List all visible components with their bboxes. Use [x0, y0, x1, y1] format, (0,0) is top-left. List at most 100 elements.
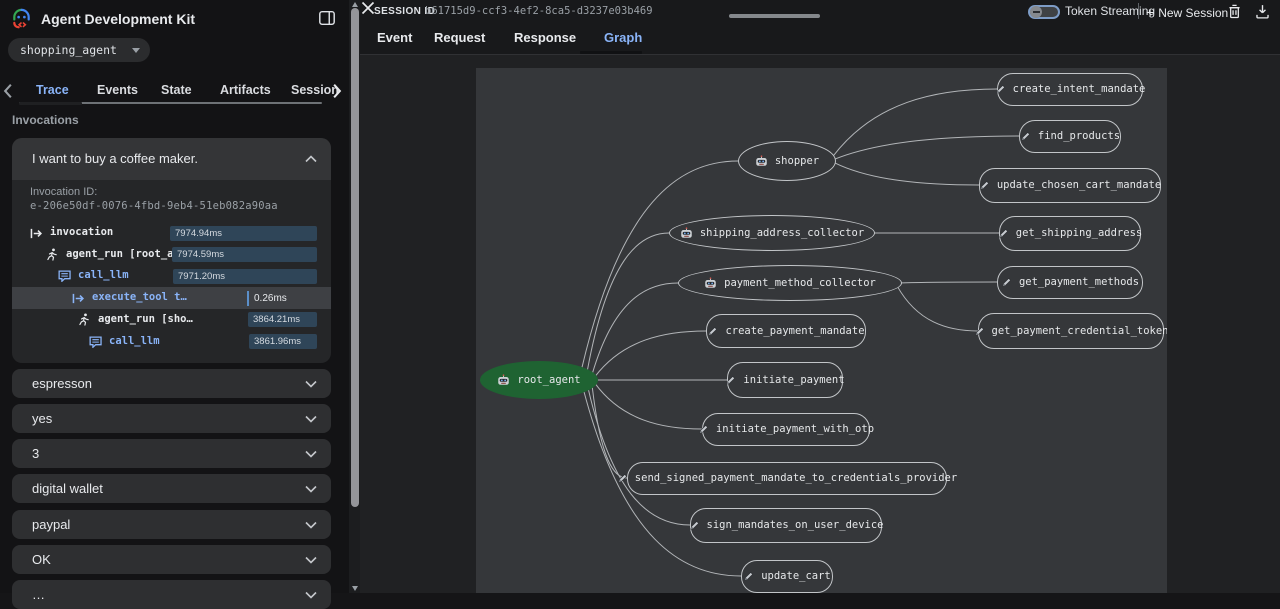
tool-pencil-icon — [743, 571, 754, 582]
duration-tick — [247, 291, 249, 306]
scrollbar-thumb[interactable] — [351, 8, 359, 507]
tab-state[interactable]: State — [161, 83, 192, 97]
duration-bar: 7974.59ms — [172, 247, 317, 262]
runner-icon — [78, 313, 92, 327]
graph-node-update_chosen_cart_mandate[interactable]: update_chosen_cart_mandate — [979, 168, 1161, 203]
graph-edge-payment_method_collector-get_payment_credential_token — [897, 286, 978, 331]
graph-node-label: shipping_address_collector — [700, 227, 864, 239]
trace-row-execute-tool-t[interactable]: execute_tool t…0.26ms — [12, 287, 331, 309]
app-title: Agent Development Kit — [41, 11, 195, 27]
collapse-panel-icon[interactable] — [318, 9, 336, 27]
graph-node-label: update_cart — [761, 570, 831, 582]
graph-edge-root_agent-payment_method_collector — [592, 283, 678, 373]
invocation-prompt: … — [32, 580, 45, 609]
tab-artifacts[interactable]: Artifacts — [220, 83, 271, 97]
download-session-icon[interactable] — [1254, 3, 1271, 20]
scroll-down-arrow-icon[interactable] — [352, 586, 358, 591]
chevron-down-icon — [305, 556, 317, 564]
chevron-down-icon — [132, 48, 140, 53]
invocation-card-collapsed[interactable]: … — [12, 580, 331, 609]
graph-node-create_payment_mandate[interactable]: create_payment_mandate — [706, 314, 866, 348]
tab-trace[interactable]: Trace — [36, 83, 69, 97]
duration-value: 0.26ms — [254, 291, 287, 306]
robot-icon — [680, 227, 693, 239]
invocations-heading: Invocations — [12, 113, 79, 127]
tool-pencil-icon — [1020, 131, 1031, 142]
graph-node-update_cart[interactable]: update_cart — [741, 560, 833, 593]
chevron-down-icon — [305, 450, 317, 458]
invocation-card-collapsed[interactable]: OK — [12, 545, 331, 574]
new-session-label: New Session — [1158, 6, 1228, 20]
graph-node-root_agent[interactable]: root_agent — [480, 361, 598, 399]
token-streaming-toggle[interactable] — [1028, 5, 1060, 19]
trace-row-call-llm[interactable]: call_llm7971.20ms — [12, 265, 331, 287]
new-session-button[interactable]: + New Session — [1146, 4, 1228, 20]
graph-node-label: initiate_payment — [743, 374, 844, 386]
tab-request[interactable]: Request — [434, 30, 485, 45]
invocation-card-collapsed[interactable]: paypal — [12, 510, 331, 539]
graph-node-create_intent_mandate[interactable]: create_intent_mandate — [997, 73, 1143, 106]
graph-node-find_products[interactable]: find_products — [1019, 120, 1121, 153]
duration-bar: 3861.96ms — [249, 334, 317, 349]
invocation-prompt: paypal — [32, 510, 70, 539]
graph-node-get_payment_methods[interactable]: get_payment_methods — [997, 266, 1143, 299]
main-header: SESSION ID b61715d9-ccf3-4ef2-8ca5-d3237… — [360, 0, 1280, 55]
graph-node-shipping_address_collector[interactable]: shipping_address_collector — [669, 215, 875, 251]
tab-response[interactable]: Response — [514, 30, 576, 45]
invocation-card-collapsed[interactable]: yes — [12, 404, 331, 433]
graph-edge-root_agent-shipping_address_collector — [587, 233, 669, 370]
session-id-value: b61715d9-ccf3-4ef2-8ca5-d3237e03b469 — [425, 5, 653, 17]
tool-pencil-icon — [1001, 277, 1012, 288]
graph-node-initiate_payment[interactable]: initiate_payment — [727, 362, 843, 398]
agent-graph-panel[interactable]: root_agent shopper shipping_address_collec… — [476, 68, 1167, 593]
delete-session-icon[interactable] — [1226, 3, 1243, 20]
agent-select[interactable]: shopping_agent — [8, 38, 150, 62]
graph-node-label: send_signed_payment_mandate_to_credentia… — [635, 472, 957, 484]
graph-node-get_payment_credential_token[interactable]: get_payment_credential_token — [978, 313, 1164, 349]
graph-node-label: initiate_payment_with_otp — [716, 423, 874, 435]
trace-timeline-track: 3864.21ms — [170, 312, 317, 327]
graph-node-label: payment_method_collector — [724, 277, 876, 289]
tool-pencil-icon — [707, 326, 718, 337]
sidebar-tab-strip: Trace Events State Artifacts Session — [0, 80, 349, 104]
tabs-scroll-left-icon[interactable] — [2, 83, 14, 99]
scroll-up-arrow-icon[interactable] — [352, 2, 358, 7]
trace-row-label: call_llm — [109, 335, 160, 347]
graph-node-send_signed_payment_mandate_to_credentials_provider[interactable]: send_signed_payment_mandate_to_credentia… — [627, 462, 947, 495]
tool-pencil-icon — [974, 326, 985, 337]
robot-icon — [755, 155, 768, 167]
invocation-card-collapsed[interactable]: espresson — [12, 369, 331, 398]
tabs-scroll-right-icon[interactable] — [331, 83, 343, 99]
graph-node-sign_mandates_on_user_device[interactable]: sign_mandates_on_user_device — [690, 508, 882, 543]
tab-graph[interactable]: Graph — [604, 30, 642, 45]
tab-event[interactable]: Event — [377, 30, 412, 45]
header-scrollbar-pill[interactable] — [729, 14, 820, 18]
graph-edge-root_agent-initiate_payment_with_otp — [595, 384, 702, 429]
graph-edge-root_agent-create_payment_mandate — [595, 331, 706, 376]
invocation-prompt: yes — [32, 404, 52, 433]
graph-node-label: shopper — [775, 155, 819, 167]
trace-row-invocation[interactable]: invocation7974.94ms — [12, 222, 331, 244]
graph-node-initiate_payment_with_otp[interactable]: initiate_payment_with_otp — [702, 413, 870, 446]
invocation-prompt: espresson — [32, 369, 92, 398]
graph-edge-shopper-create_intent_mandate — [833, 89, 997, 156]
tool-pencil-icon — [689, 520, 700, 531]
invocation-card-collapsed[interactable]: digital wallet — [12, 474, 331, 503]
robot-icon — [497, 374, 510, 386]
trace-row-agent-run-root-age[interactable]: agent_run [root_age…7974.59ms — [12, 244, 331, 266]
trace-row-agent-run-sho[interactable]: agent_run [sho…3864.21ms — [12, 309, 331, 331]
trace-tree: invocation7974.94msagent_run [root_age…7… — [12, 138, 331, 363]
invocation-card-collapsed[interactable]: 3 — [12, 439, 331, 468]
graph-node-payment_method_collector[interactable]: payment_method_collector — [678, 265, 902, 301]
tab-events[interactable]: Events — [97, 83, 138, 97]
graph-node-shopper[interactable]: shopper — [738, 141, 836, 181]
trace-timeline-track: 0.26ms — [170, 291, 317, 306]
sidebar-scrollbar[interactable] — [349, 0, 360, 593]
plus-icon: + — [1146, 4, 1154, 20]
tool-pencil-icon — [698, 424, 709, 435]
tool-pencil-icon — [617, 473, 628, 484]
trace-row-call-llm[interactable]: call_llm 3861.96ms — [12, 331, 331, 353]
header-divider — [1138, 3, 1139, 19]
graph-node-get_shipping_address[interactable]: get_shipping_address — [999, 216, 1141, 251]
arrow-icon — [72, 291, 86, 305]
